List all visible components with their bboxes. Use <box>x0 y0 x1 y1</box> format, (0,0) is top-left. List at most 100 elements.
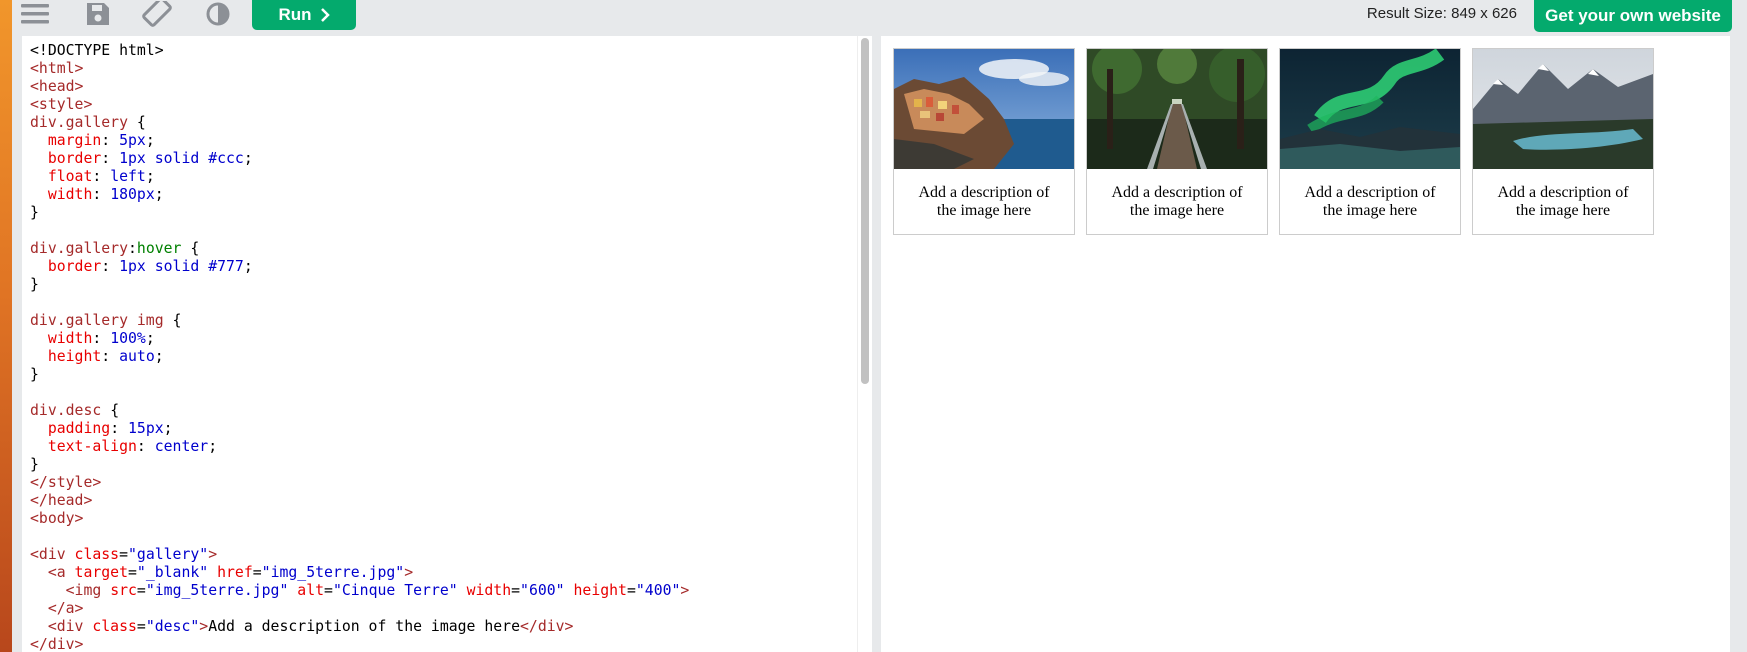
code-token: ; <box>154 186 164 203</box>
code-token: center <box>154 438 209 455</box>
code-line: float: left; <box>30 168 864 186</box>
code-line: width: 100%; <box>30 330 864 348</box>
code-line: <a target="_blank" href="img_5terre.jpg"… <box>30 564 864 582</box>
code-line: </a> <box>30 600 864 618</box>
rotate-icon[interactable] <box>142 0 172 28</box>
code-line: border: 1px solid #777; <box>30 258 864 276</box>
code-line: margin: 5px; <box>30 132 864 150</box>
gallery-description: Add a description of the image here <box>1111 184 1243 219</box>
code-token: { <box>181 240 200 257</box>
code-token: div.gallery img <box>30 312 164 329</box>
code-token: <head> <box>30 78 84 95</box>
code-token: width <box>457 582 512 599</box>
code-token: = <box>119 546 129 563</box>
code-line: <html> <box>30 60 864 78</box>
code-line: <head> <box>30 78 864 96</box>
code-token: { <box>101 402 120 419</box>
gallery-image-link[interactable] <box>894 49 1074 169</box>
code-token: "_blank" <box>136 564 209 581</box>
code-token: target <box>74 564 128 581</box>
run-button[interactable]: Run <box>252 0 356 30</box>
code-text[interactable]: <!DOCTYPE html> <html> <head> <style> div.ga… <box>22 36 872 652</box>
code-token: height <box>564 582 627 599</box>
gallery-image-link[interactable] <box>1087 44 1267 169</box>
code-token: "img_5terre.jpg" <box>145 582 289 599</box>
code-token: auto <box>119 348 155 365</box>
code-token: width <box>30 330 93 347</box>
gallery-image <box>1280 48 1460 169</box>
code-token: "Cinque Terre" <box>332 582 458 599</box>
code-token: = <box>511 582 521 599</box>
code-token: border <box>30 150 102 167</box>
menu-icon[interactable] <box>20 0 50 28</box>
code-token: </div> <box>30 636 84 652</box>
code-line: height: auto; <box>30 348 864 366</box>
gallery-image-link[interactable] <box>1473 49 1653 169</box>
code-line: </div> <box>30 636 864 652</box>
code-token: float <box>30 168 93 185</box>
contrast-icon[interactable] <box>205 0 231 28</box>
code-token: alt <box>288 582 325 599</box>
code-line: <img src="img_5terre.jpg" alt="Cinque Te… <box>30 582 864 600</box>
gallery-description: Add a description of the image here <box>1304 184 1436 219</box>
gallery-image <box>894 49 1074 169</box>
code-token: href <box>208 564 253 581</box>
gallery-container: Add a description of the image here Add a… <box>881 36 1730 235</box>
code-token: <img <box>30 582 111 599</box>
code-token: : <box>101 258 120 275</box>
code-token: src <box>110 582 137 599</box>
code-line: <body> <box>30 510 864 528</box>
code-token: = <box>128 564 137 581</box>
code-line: </style> <box>30 474 864 492</box>
gallery-card: Add a description of the image here <box>1279 48 1461 235</box>
code-token: div.gallery <box>30 114 128 131</box>
save-icon[interactable] <box>85 0 111 28</box>
code-token: : <box>92 186 111 203</box>
code-token: border <box>30 258 102 275</box>
scroll-thumb[interactable] <box>861 38 869 384</box>
code-token: : <box>101 150 120 167</box>
code-token: { <box>163 312 182 329</box>
right-edge <box>1730 36 1747 652</box>
code-token: class <box>92 618 137 635</box>
chevron-right-icon <box>320 8 330 22</box>
code-token: = <box>136 582 146 599</box>
code-token: <div <box>30 546 75 563</box>
gallery-image-link[interactable] <box>1280 48 1460 169</box>
code-token: : <box>92 168 111 185</box>
code-editor[interactable]: <!DOCTYPE html> <html> <head> <style> div.ga… <box>22 36 872 652</box>
code-token: 15px <box>128 420 164 437</box>
panel-divider[interactable] <box>872 36 880 652</box>
code-token: "desc" <box>145 618 200 635</box>
code-token: = <box>324 582 333 599</box>
code-line: text-align: center; <box>30 438 864 456</box>
code-token: width <box>30 186 93 203</box>
desktop-background-strip <box>0 0 12 652</box>
code-token: "gallery" <box>128 546 209 563</box>
code-token: <html> <box>30 60 84 77</box>
code-token: 1px solid #777 <box>119 258 244 275</box>
code-line: div.desc { <box>30 402 864 420</box>
gallery-card: Add a description of the image here <box>1472 48 1654 235</box>
code-line: <div class="gallery"> <box>30 546 864 564</box>
gallery-image <box>1087 44 1267 169</box>
code-token: = <box>136 618 146 635</box>
code-token: 100% <box>110 330 146 347</box>
code-line: div.gallery { <box>30 114 864 132</box>
get-own-website-button[interactable]: Get your own website <box>1534 0 1732 32</box>
code-line: } <box>30 204 864 222</box>
editor-scrollbar[interactable] <box>857 36 873 652</box>
code-token: left <box>110 168 146 185</box>
code-line: </head> <box>30 492 864 510</box>
code-token: 1px solid #ccc <box>119 150 244 167</box>
code-token: <style> <box>30 96 93 113</box>
code-token: "img_5terre.jpg" <box>261 564 405 581</box>
gallery-image <box>1473 49 1653 169</box>
code-line: border: 1px solid #ccc; <box>30 150 864 168</box>
code-token: ; <box>163 420 173 437</box>
code-token: <body> <box>30 510 84 527</box>
